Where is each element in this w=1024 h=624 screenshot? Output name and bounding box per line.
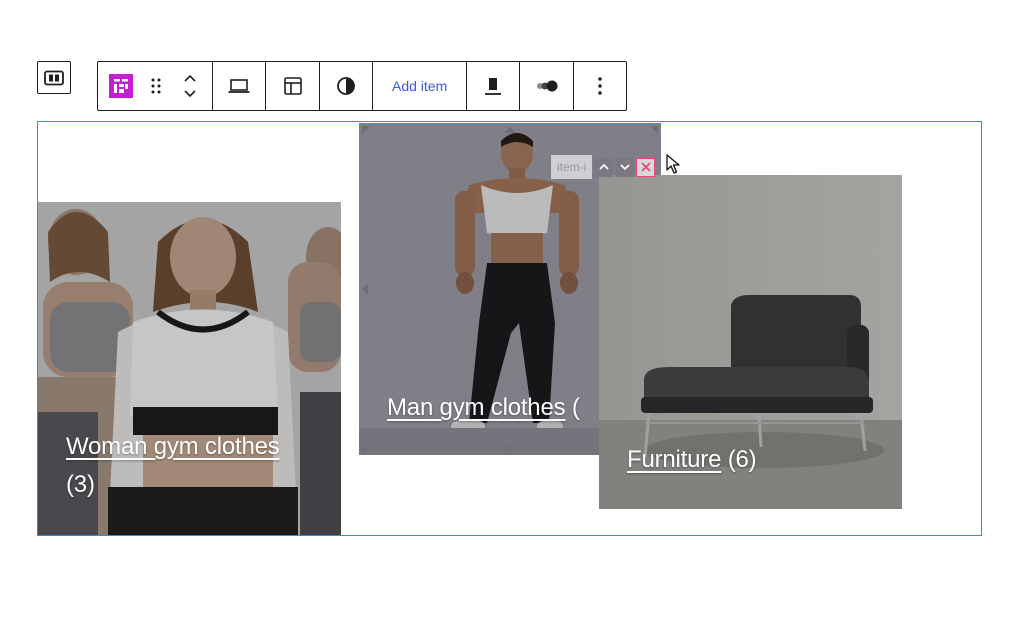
more-group — [574, 62, 626, 110]
add-item-button[interactable]: Add item — [373, 62, 466, 110]
card-link-man[interactable]: Man gym clothes — [387, 394, 566, 421]
laptop-icon — [228, 79, 250, 93]
move-item-down-button[interactable] — [615, 157, 635, 177]
card-link-woman[interactable]: Woman gym clothes — [66, 433, 280, 460]
item-label: item-i — [551, 155, 593, 179]
drag-handle[interactable] — [144, 62, 168, 110]
toggle-group — [520, 62, 575, 110]
contrast-group — [320, 62, 373, 110]
layout-button[interactable] — [266, 62, 319, 110]
chevron-up-down-icon — [184, 74, 196, 98]
category-card-woman[interactable]: Woman gym clothes (3) — [38, 202, 341, 535]
card-link-furniture[interactable]: Furniture — [627, 446, 721, 473]
item-controls: item-i — [551, 155, 656, 179]
more-vertical-icon — [598, 77, 602, 95]
grid-block-icon — [109, 74, 133, 98]
card-label-woman: Woman gym clothes (3) — [66, 428, 336, 504]
device-preview-button[interactable] — [213, 62, 265, 110]
layout-group — [266, 62, 320, 110]
drag-handle-icon — [151, 78, 161, 94]
block-toolbar: Add item — [97, 61, 628, 111]
contrast-button[interactable] — [320, 62, 372, 110]
block-type-button[interactable] — [98, 62, 144, 110]
move-item-up-button[interactable] — [594, 157, 614, 177]
device-group — [213, 62, 266, 110]
chevron-up-icon — [599, 163, 609, 170]
chevron-down-icon — [620, 164, 630, 171]
toggle-icon — [536, 80, 558, 92]
parent-block-icon — [44, 70, 64, 85]
add-item-group: Add item — [373, 62, 468, 110]
layout-icon — [283, 77, 302, 95]
toggle-button[interactable] — [520, 62, 573, 110]
move-up-down-button[interactable] — [168, 62, 212, 110]
block-controls-group — [98, 62, 213, 110]
mouse-cursor-icon — [666, 154, 680, 174]
card-count-man: ( — [571, 394, 580, 421]
card-label-furniture: Furniture (6) — [627, 441, 897, 479]
select-parent-button[interactable] — [37, 61, 71, 94]
close-icon — [641, 162, 651, 172]
align-bottom-icon — [485, 78, 502, 95]
align-bottom-button[interactable] — [467, 62, 519, 110]
card-count-woman: (3) — [66, 471, 95, 498]
more-options-button[interactable] — [574, 62, 626, 110]
category-card-furniture[interactable]: Furniture (6) — [599, 175, 902, 509]
align-group — [467, 62, 521, 110]
remove-item-button[interactable] — [636, 157, 656, 177]
half-circle-icon — [337, 77, 355, 95]
card-count-furniture: (6) — [727, 446, 757, 473]
